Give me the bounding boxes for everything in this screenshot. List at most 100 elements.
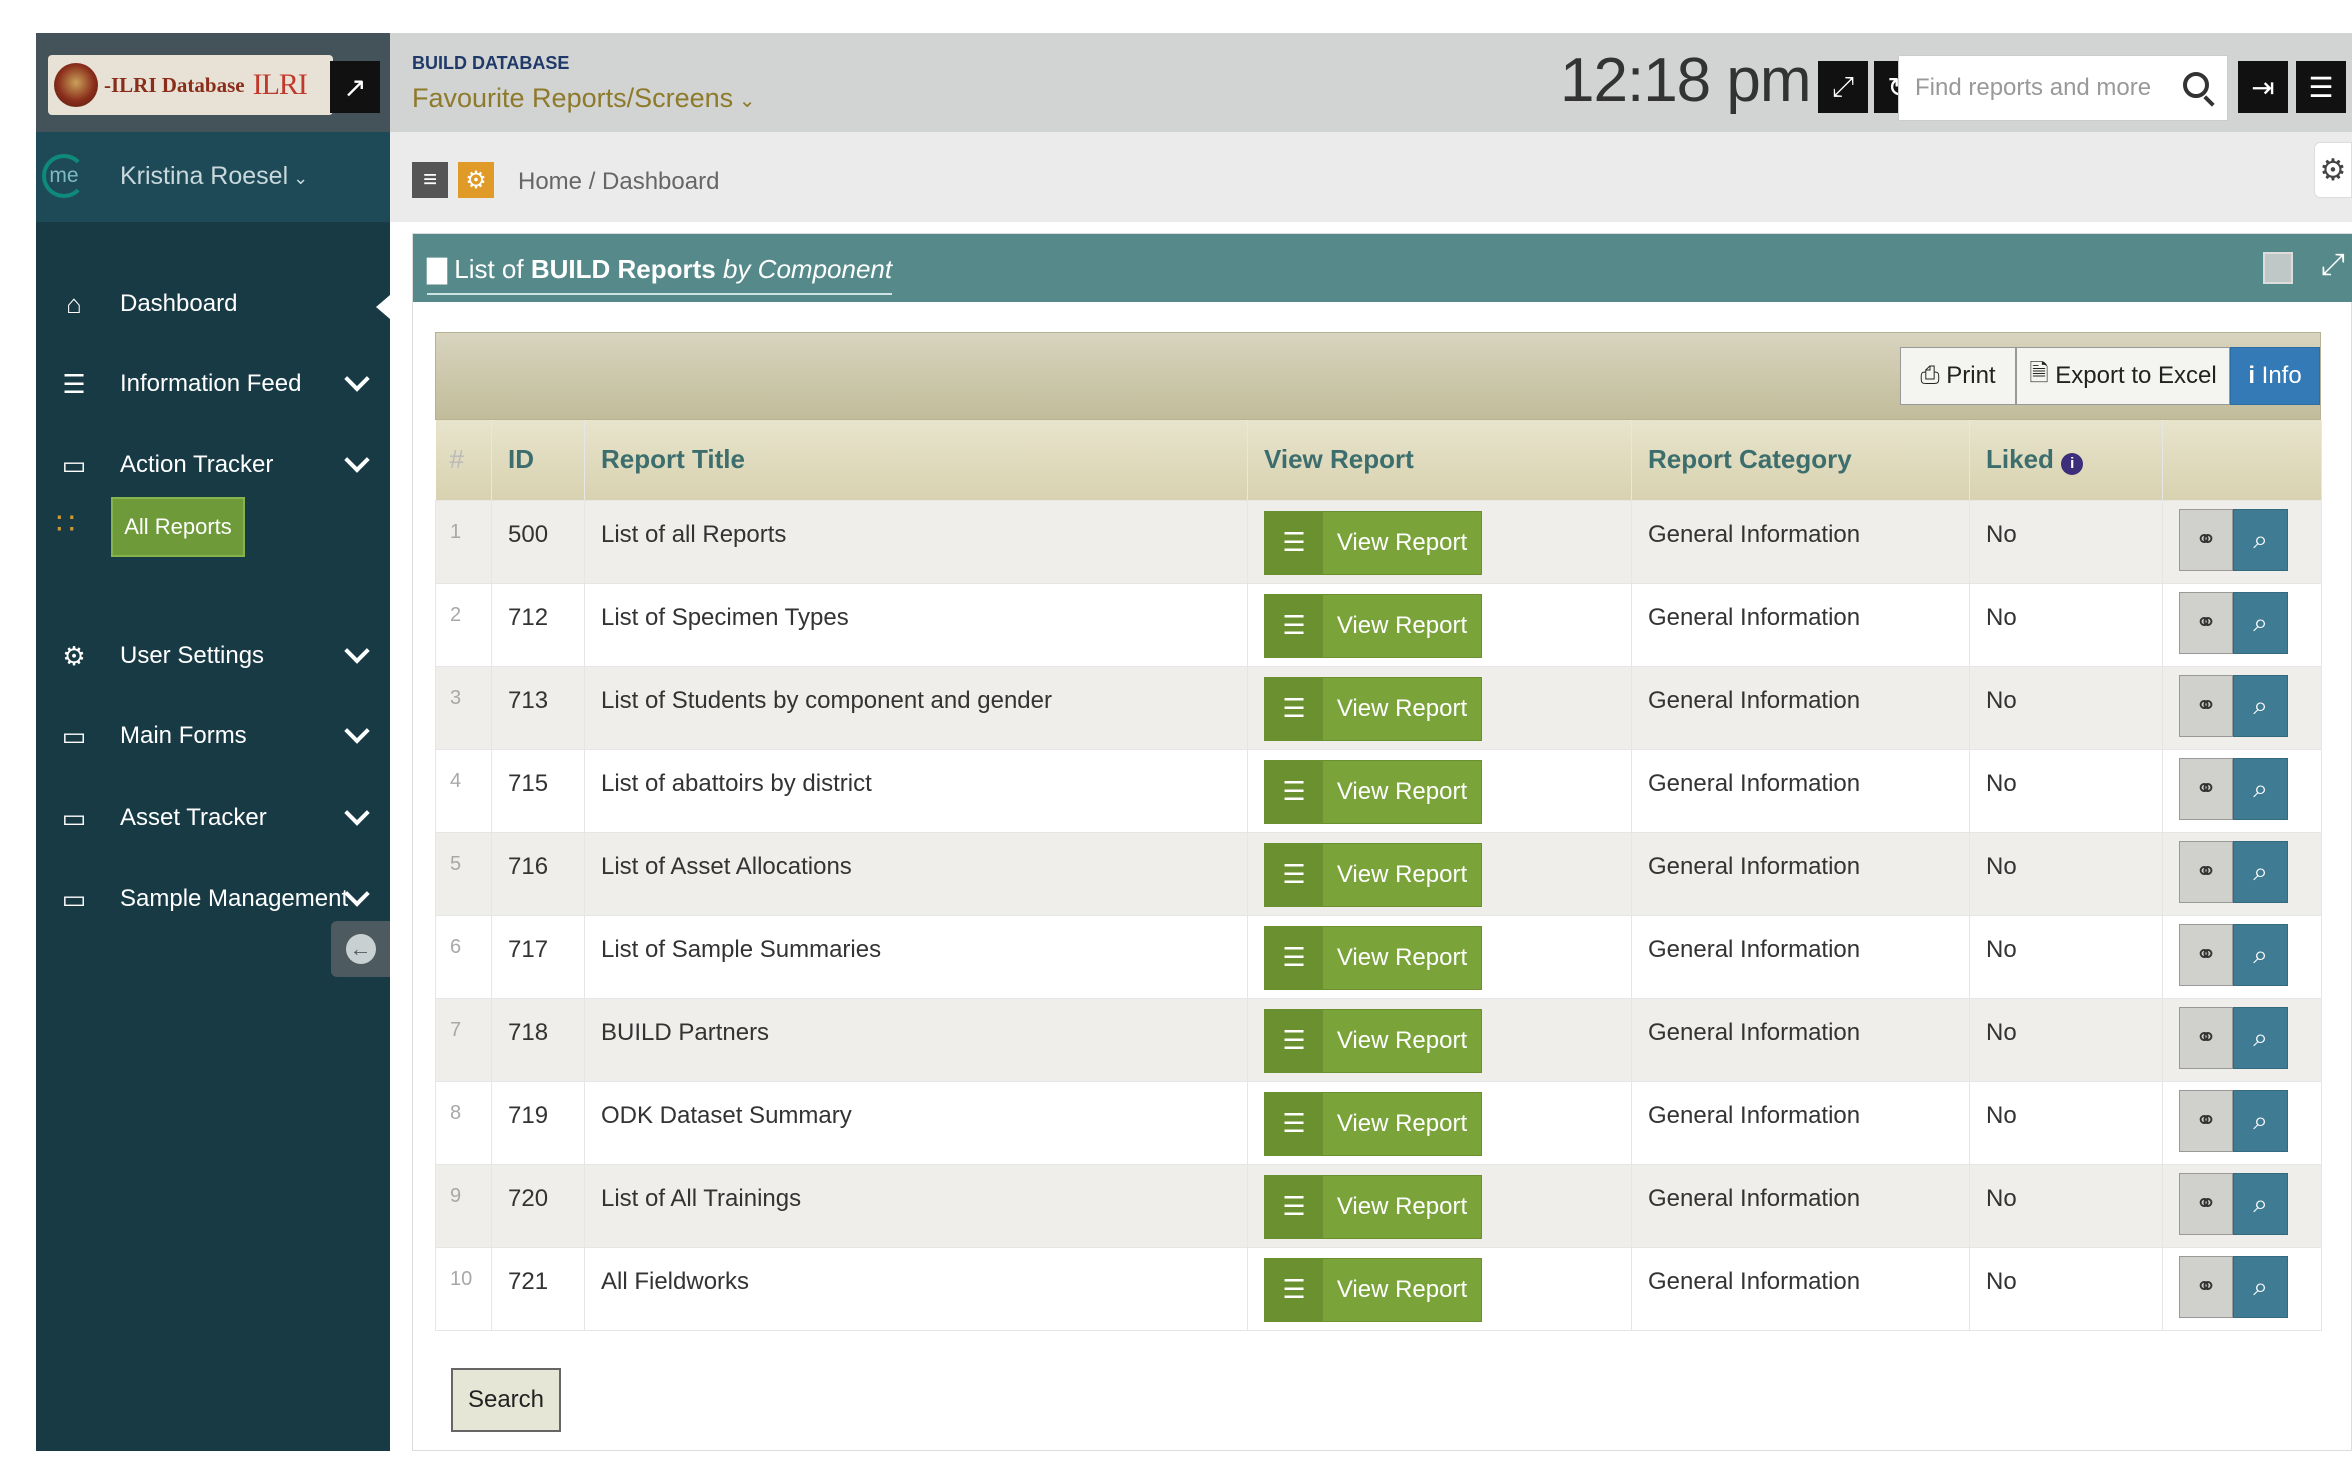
search-icon[interactable]: ⌕ bbox=[2233, 757, 2288, 820]
link-icon[interactable]: ⚭ bbox=[2179, 757, 2233, 820]
col-view-report[interactable]: View Report bbox=[1247, 420, 1632, 500]
link-icon[interactable]: ⚭ bbox=[2179, 1089, 2233, 1152]
all-reports-button[interactable]: All Reports bbox=[111, 497, 245, 557]
view-report-label: View Report bbox=[1336, 1275, 1468, 1303]
sidebar-item-dashboard[interactable]: ⌂ Dashboard bbox=[36, 274, 390, 334]
external-link-button[interactable]: ↗ bbox=[330, 61, 380, 113]
report-liked: No bbox=[1969, 831, 2163, 916]
breadcrumb-bar: ≡ ⚙ Home / Dashboard ⚙ bbox=[390, 132, 2352, 222]
collapse-sidebar-button[interactable]: ← bbox=[331, 921, 390, 977]
link-icon[interactable]: ⚭ bbox=[2179, 923, 2233, 986]
print-button[interactable]: ⎙ Print bbox=[1900, 347, 2016, 405]
view-report-label: View Report bbox=[1336, 694, 1468, 722]
bar-chart-icon: ▇ bbox=[427, 254, 447, 284]
list-icon: ☰ bbox=[1265, 926, 1323, 989]
link-icon[interactable]: ⚭ bbox=[2179, 508, 2233, 571]
logo[interactable]: -ILRI Database ILRI bbox=[48, 55, 333, 115]
avatar[interactable]: me bbox=[42, 154, 86, 198]
report-category: General Information bbox=[1631, 582, 1970, 667]
report-liked: No bbox=[1969, 582, 2163, 667]
panel-title: ▇ List of BUILD Reports by Component bbox=[427, 254, 893, 295]
fullscreen-button[interactable]: ⤢ bbox=[1818, 61, 1868, 113]
settings-button[interactable]: ⚙ bbox=[458, 162, 494, 198]
link-icon[interactable]: ⚭ bbox=[2179, 1255, 2233, 1318]
row-actions: ⚭ ⌕ bbox=[2162, 582, 2322, 667]
sidebar-item-action-tracker[interactable]: ▭ Action Tracker bbox=[36, 435, 390, 495]
view-report-button[interactable]: ☰ View Report bbox=[1264, 759, 1482, 824]
view-report-button[interactable]: ☰ View Report bbox=[1264, 925, 1482, 990]
export-excel-button[interactable]: 🗎 Export to Excel bbox=[2016, 347, 2230, 405]
menu-button[interactable]: ☰ bbox=[2296, 61, 2346, 113]
search-icon[interactable]: ⌕ bbox=[2233, 1089, 2288, 1152]
col-id[interactable]: ID bbox=[491, 420, 585, 500]
search-input[interactable] bbox=[1899, 56, 2159, 120]
col-liked[interactable]: Liked i bbox=[1969, 420, 2163, 500]
expand-icon[interactable]: ⤢ bbox=[2321, 248, 2345, 282]
table-row: 8 719 ODK Dataset Summary ☰ View Report Gener… bbox=[435, 1080, 2322, 1165]
sidebar-item-user-settings[interactable]: ⚙ User Settings bbox=[36, 626, 390, 686]
search-icon[interactable]: ⌕ bbox=[2233, 591, 2288, 654]
row-actions: ⚭ ⌕ bbox=[2162, 831, 2322, 916]
sidebar-item-label: Main Forms bbox=[120, 722, 247, 749]
view-report-button[interactable]: ☰ View Report bbox=[1264, 1257, 1482, 1322]
settings-panel-toggle[interactable]: ⚙ bbox=[2314, 142, 2352, 198]
view-report-button[interactable]: ☰ View Report bbox=[1264, 593, 1482, 658]
view-report-label: View Report bbox=[1336, 1192, 1468, 1220]
toggle-menu-button[interactable]: ≡ bbox=[412, 162, 448, 198]
report-title: List of abattoirs by district bbox=[584, 748, 1248, 833]
table-row: 4 715 List of abattoirs by district ☰ View R… bbox=[435, 748, 2322, 833]
sidebar-item-information-feed[interactable]: ☰ Information Feed bbox=[36, 354, 390, 414]
view-report-cell: ☰ View Report bbox=[1247, 831, 1632, 916]
panel-color-toggle[interactable] bbox=[2263, 252, 2293, 284]
search-icon[interactable]: ⌕ bbox=[2233, 923, 2288, 986]
search-icon[interactable]: ⌕ bbox=[2233, 840, 2288, 903]
col-report-category[interactable]: Report Category bbox=[1631, 420, 1970, 500]
sidebar: -ILRI Database ILRI ↗ me Kristina Roesel… bbox=[36, 33, 390, 1451]
link-icon[interactable]: ⚭ bbox=[2179, 840, 2233, 903]
view-report-button[interactable]: ☰ View Report bbox=[1264, 510, 1482, 575]
report-title: List of Students by component and gender bbox=[584, 665, 1248, 750]
sidebar-item-main-forms[interactable]: ▭ Main Forms bbox=[36, 706, 390, 766]
report-category: General Information bbox=[1631, 997, 1970, 1082]
user-menu[interactable]: Kristina Roesel bbox=[120, 162, 308, 191]
search-icon[interactable]: ⌕ bbox=[2233, 1006, 2288, 1069]
report-category: General Information bbox=[1631, 1163, 1970, 1248]
sidebar-item-asset-tracker[interactable]: ▭ Asset Tracker bbox=[36, 788, 390, 848]
row-number: 8 bbox=[435, 1080, 492, 1165]
table-row: 2 712 List of Specimen Types ☰ View Report Ge… bbox=[435, 582, 2322, 667]
view-report-button[interactable]: ☰ View Report bbox=[1264, 842, 1482, 907]
view-report-button[interactable]: ☰ View Report bbox=[1264, 1174, 1482, 1239]
col-report-title[interactable]: Report Title bbox=[584, 420, 1248, 500]
search-icon[interactable]: ⌕ bbox=[2233, 674, 2288, 737]
view-report-cell: ☰ View Report bbox=[1247, 914, 1632, 999]
view-report-label: View Report bbox=[1336, 611, 1468, 639]
search-icon[interactable]: ⌕ bbox=[2233, 508, 2288, 571]
view-report-button[interactable]: ☰ View Report bbox=[1264, 1008, 1482, 1073]
link-icon[interactable]: ⚭ bbox=[2179, 674, 2233, 737]
search-icon[interactable]: ⌕ bbox=[2233, 1255, 2288, 1318]
view-report-button[interactable]: ☰ View Report bbox=[1264, 1091, 1482, 1156]
link-icon[interactable]: ⚭ bbox=[2179, 1172, 2233, 1235]
panel-title-prefix: List of bbox=[454, 254, 524, 284]
search-icon[interactable] bbox=[2183, 72, 2209, 98]
report-liked: No bbox=[1969, 914, 2163, 999]
search-icon[interactable]: ⌕ bbox=[2233, 1172, 2288, 1235]
report-id: 720 bbox=[491, 1163, 585, 1248]
list-icon: ☰ bbox=[1265, 760, 1323, 823]
view-report-cell: ☰ View Report bbox=[1247, 1080, 1632, 1165]
favourites-dropdown[interactable]: Favourite Reports/Screens bbox=[412, 83, 755, 114]
link-icon[interactable]: ⚭ bbox=[2179, 591, 2233, 654]
chevron-down-icon bbox=[344, 638, 370, 664]
row-number: 7 bbox=[435, 997, 492, 1082]
search-button[interactable]: Search bbox=[451, 1368, 561, 1432]
link-icon[interactable]: ⚭ bbox=[2179, 1006, 2233, 1069]
view-report-button[interactable]: ☰ View Report bbox=[1264, 676, 1482, 741]
table-row: 1 500 List of all Reports ☰ View Report Gener… bbox=[435, 499, 2322, 584]
report-category: General Information bbox=[1631, 1246, 1970, 1331]
info-button[interactable]: i Info bbox=[2230, 347, 2320, 405]
report-id: 719 bbox=[491, 1080, 585, 1165]
sidebar-item-sample-management[interactable]: ▭ Sample Management bbox=[36, 869, 390, 929]
table-row: 9 720 List of All Trainings ☰ View Report Gen… bbox=[435, 1163, 2322, 1248]
breadcrumb-home[interactable]: Home / bbox=[518, 168, 595, 195]
logout-button[interactable]: ⇥ bbox=[2238, 61, 2288, 113]
